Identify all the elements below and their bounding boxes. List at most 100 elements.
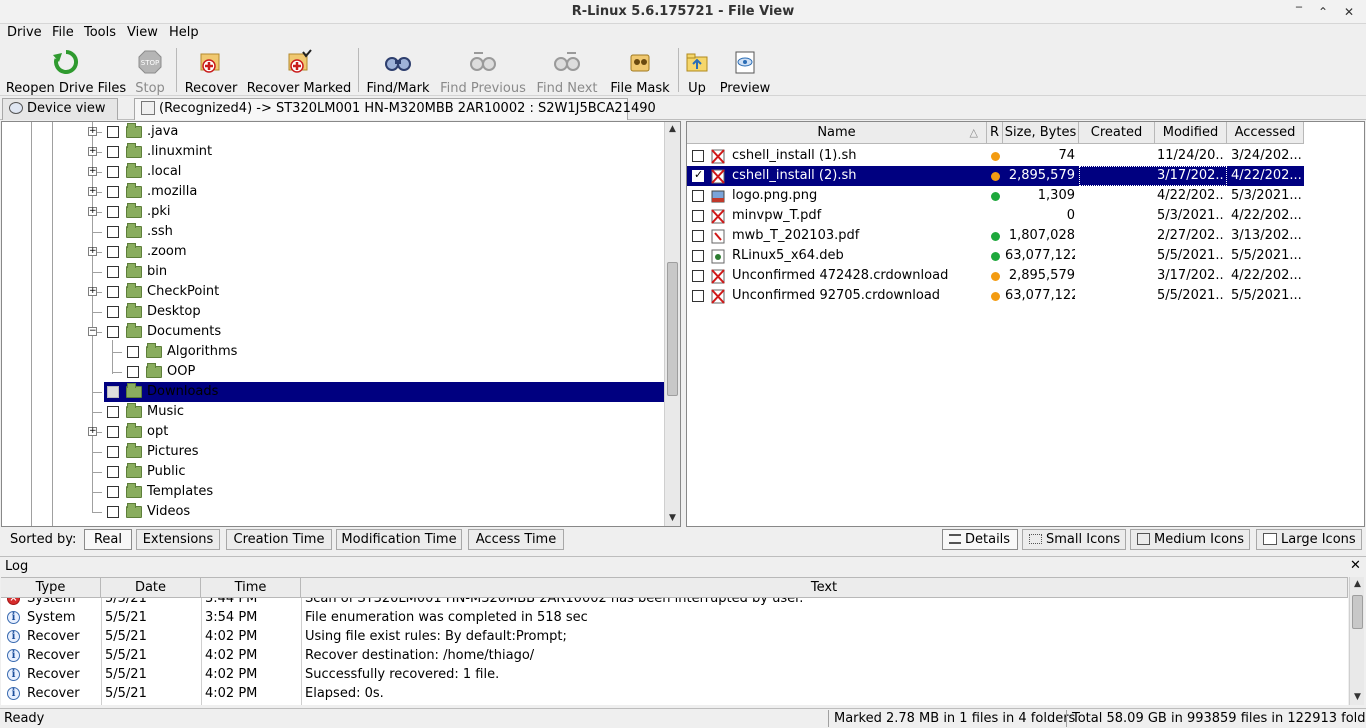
recover-button[interactable]: Recover <box>182 47 240 96</box>
tree-checkbox[interactable] <box>127 366 139 378</box>
log-row[interactable]: i System 5/5/21 3:54 PM File enumeration was… <box>1 608 1348 627</box>
menu-file[interactable]: File <box>52 25 74 40</box>
tab-file-view[interactable]: (Recognized4) -> ST320LM001 HN-M320MBB 2… <box>134 98 656 120</box>
tree-item[interactable]: − Documents <box>2 322 664 342</box>
file-checkbox[interactable] <box>692 250 704 262</box>
scroll-up-arrow-icon[interactable]: ▲ <box>665 122 680 137</box>
tab-device-view[interactable]: Device view <box>2 98 118 120</box>
log-header-time[interactable]: Time <box>201 577 301 598</box>
tree-item[interactable]: + .mozilla <box>2 182 664 202</box>
menu-drive[interactable]: Drive <box>7 25 42 40</box>
tree-item[interactable]: + .pki <box>2 202 664 222</box>
sort-access-time-button[interactable]: Access Time <box>468 529 564 550</box>
log-row[interactable]: i Recover 5/5/21 4:02 PM Recover destination… <box>1 646 1348 665</box>
tree-item[interactable]: + .local <box>2 162 664 182</box>
tree-checkbox[interactable] <box>107 126 119 138</box>
find-next-button[interactable]: Find Next <box>534 47 600 96</box>
tree-item[interactable]: + opt <box>2 422 664 442</box>
tree-checkbox[interactable] <box>107 306 119 318</box>
view-details-button[interactable]: Details <box>942 529 1018 550</box>
tree-checkbox[interactable] <box>107 206 119 218</box>
collapse-icon[interactable]: − <box>88 327 97 336</box>
menu-view[interactable]: View <box>127 25 158 40</box>
reopen-drive-files-button[interactable]: Reopen Drive Files <box>4 47 128 96</box>
up-button[interactable]: Up <box>682 47 712 96</box>
log-close-icon[interactable]: ✕ <box>1350 558 1361 573</box>
tree-checkbox[interactable] <box>107 446 119 458</box>
sort-extensions-button[interactable]: Extensions <box>136 529 220 550</box>
tree-item[interactable]: Public <box>2 462 664 482</box>
file-row[interactable]: minvpw_T.pdf 0 5/3/2021... 4/22/202... <box>687 206 1304 226</box>
tree-checkbox[interactable] <box>107 466 119 478</box>
expand-icon[interactable]: + <box>88 127 97 136</box>
tree-item[interactable]: + .zoom <box>2 242 664 262</box>
file-row[interactable]: Unconfirmed 472428.crdownload 2,895,579 3/… <box>687 266 1304 286</box>
expand-icon[interactable]: + <box>88 427 97 436</box>
sort-real-button[interactable]: Real <box>84 529 132 550</box>
log-row[interactable]: × System 5/5/21 3:44 PM Scan of ST320LM001 H… <box>1 598 1348 608</box>
view-small-icons-button[interactable]: Small Icons <box>1022 529 1126 550</box>
tree-item[interactable]: Downloads <box>2 382 664 402</box>
file-row[interactable]: RLinux5_x64.deb 63,077,122 5/5/2021... 5/5/… <box>687 246 1304 266</box>
log-header-type[interactable]: Type <box>1 577 101 598</box>
expand-icon[interactable]: + <box>88 207 97 216</box>
column-header-modified[interactable]: Modified <box>1155 122 1227 144</box>
log-scroll-thumb[interactable] <box>1352 595 1363 629</box>
tree-item[interactable]: bin <box>2 262 664 282</box>
sort-creation-time-button[interactable]: Creation Time <box>226 529 332 550</box>
column-header-created[interactable]: Created <box>1079 122 1155 144</box>
tree-checkbox[interactable] <box>127 346 139 358</box>
stop-button[interactable]: STOP Stop <box>130 47 170 96</box>
preview-button[interactable]: Preview <box>718 47 772 96</box>
view-medium-icons-button[interactable]: Medium Icons <box>1130 529 1250 550</box>
scroll-down-arrow-icon[interactable]: ▼ <box>665 511 680 526</box>
tree-item[interactable]: OOP <box>2 362 664 382</box>
close-icon[interactable]: ✕ <box>1340 3 1358 21</box>
expand-icon[interactable]: + <box>88 147 97 156</box>
log-scroll-up-icon[interactable]: ▲ <box>1350 577 1365 592</box>
tree-item[interactable]: Videos <box>2 502 664 522</box>
log-scrollbar[interactable]: ▲ ▼ <box>1349 577 1364 705</box>
tree-item[interactable]: Desktop <box>2 302 664 322</box>
tree-checkbox[interactable] <box>107 486 119 498</box>
minimize-icon[interactable]: ‾ <box>1290 3 1308 21</box>
find-mark-button[interactable]: Find/Mark <box>364 47 432 96</box>
view-large-icons-button[interactable]: Large Icons <box>1256 529 1362 550</box>
tree-checkbox[interactable] <box>107 406 119 418</box>
find-previous-button[interactable]: Find Previous <box>438 47 528 96</box>
maximize-icon[interactable]: ⌃ <box>1314 3 1332 21</box>
file-row[interactable]: mwb_T_202103.pdf 1,807,028 2/27/202... 3/13… <box>687 226 1304 246</box>
tree-checkbox[interactable] <box>107 426 119 438</box>
tree-checkbox[interactable] <box>107 146 119 158</box>
menu-tools[interactable]: Tools <box>84 25 116 40</box>
file-checkbox[interactable] <box>692 270 704 282</box>
tree-checkbox[interactable] <box>107 166 119 178</box>
log-row[interactable]: i Recover 5/5/21 4:02 PM Elapsed: 0s. <box>1 684 1348 703</box>
tree-item[interactable]: + CheckPoint <box>2 282 664 302</box>
column-header-name[interactable]: Name △ <box>687 122 987 144</box>
file-checkbox[interactable] <box>692 230 704 242</box>
log-row[interactable]: i Recover 5/5/21 4:02 PM Successfully recove… <box>1 665 1348 684</box>
tree-checkbox[interactable] <box>107 286 119 298</box>
tree-item[interactable]: Pictures <box>2 442 664 462</box>
file-checkbox[interactable] <box>692 290 704 302</box>
file-row[interactable]: Unconfirmed 92705.crdownload 63,077,122 5/… <box>687 286 1304 306</box>
recover-marked-button[interactable]: Recover Marked <box>246 47 352 96</box>
log-row[interactable]: i Recover 5/5/21 4:02 PM Using file exist ru… <box>1 627 1348 646</box>
tree-checkbox[interactable] <box>107 266 119 278</box>
column-header-r[interactable]: R <box>987 122 1003 144</box>
tree-checkbox[interactable] <box>107 226 119 238</box>
file-checkbox[interactable] <box>692 190 704 202</box>
file-checkbox[interactable]: ✓ <box>692 168 704 182</box>
menu-help[interactable]: Help <box>169 25 199 40</box>
sort-modification-time-button[interactable]: Modification Time <box>336 529 462 550</box>
tree-scrollbar[interactable]: ▲ ▼ <box>664 122 680 526</box>
log-header-date[interactable]: Date <box>101 577 201 598</box>
tree-item[interactable]: Algorithms <box>2 342 664 362</box>
expand-icon[interactable]: + <box>88 287 97 296</box>
file-row[interactable]: logo.png.png 1,309 4/22/202... 5/3/2021... <box>687 186 1304 206</box>
tree-checkbox[interactable] <box>107 386 119 398</box>
file-row[interactable]: cshell_install (1).sh 74 11/24/20... 3/24/2… <box>687 146 1304 166</box>
log-header-text[interactable]: Text <box>301 577 1348 598</box>
scroll-thumb[interactable] <box>667 262 678 396</box>
